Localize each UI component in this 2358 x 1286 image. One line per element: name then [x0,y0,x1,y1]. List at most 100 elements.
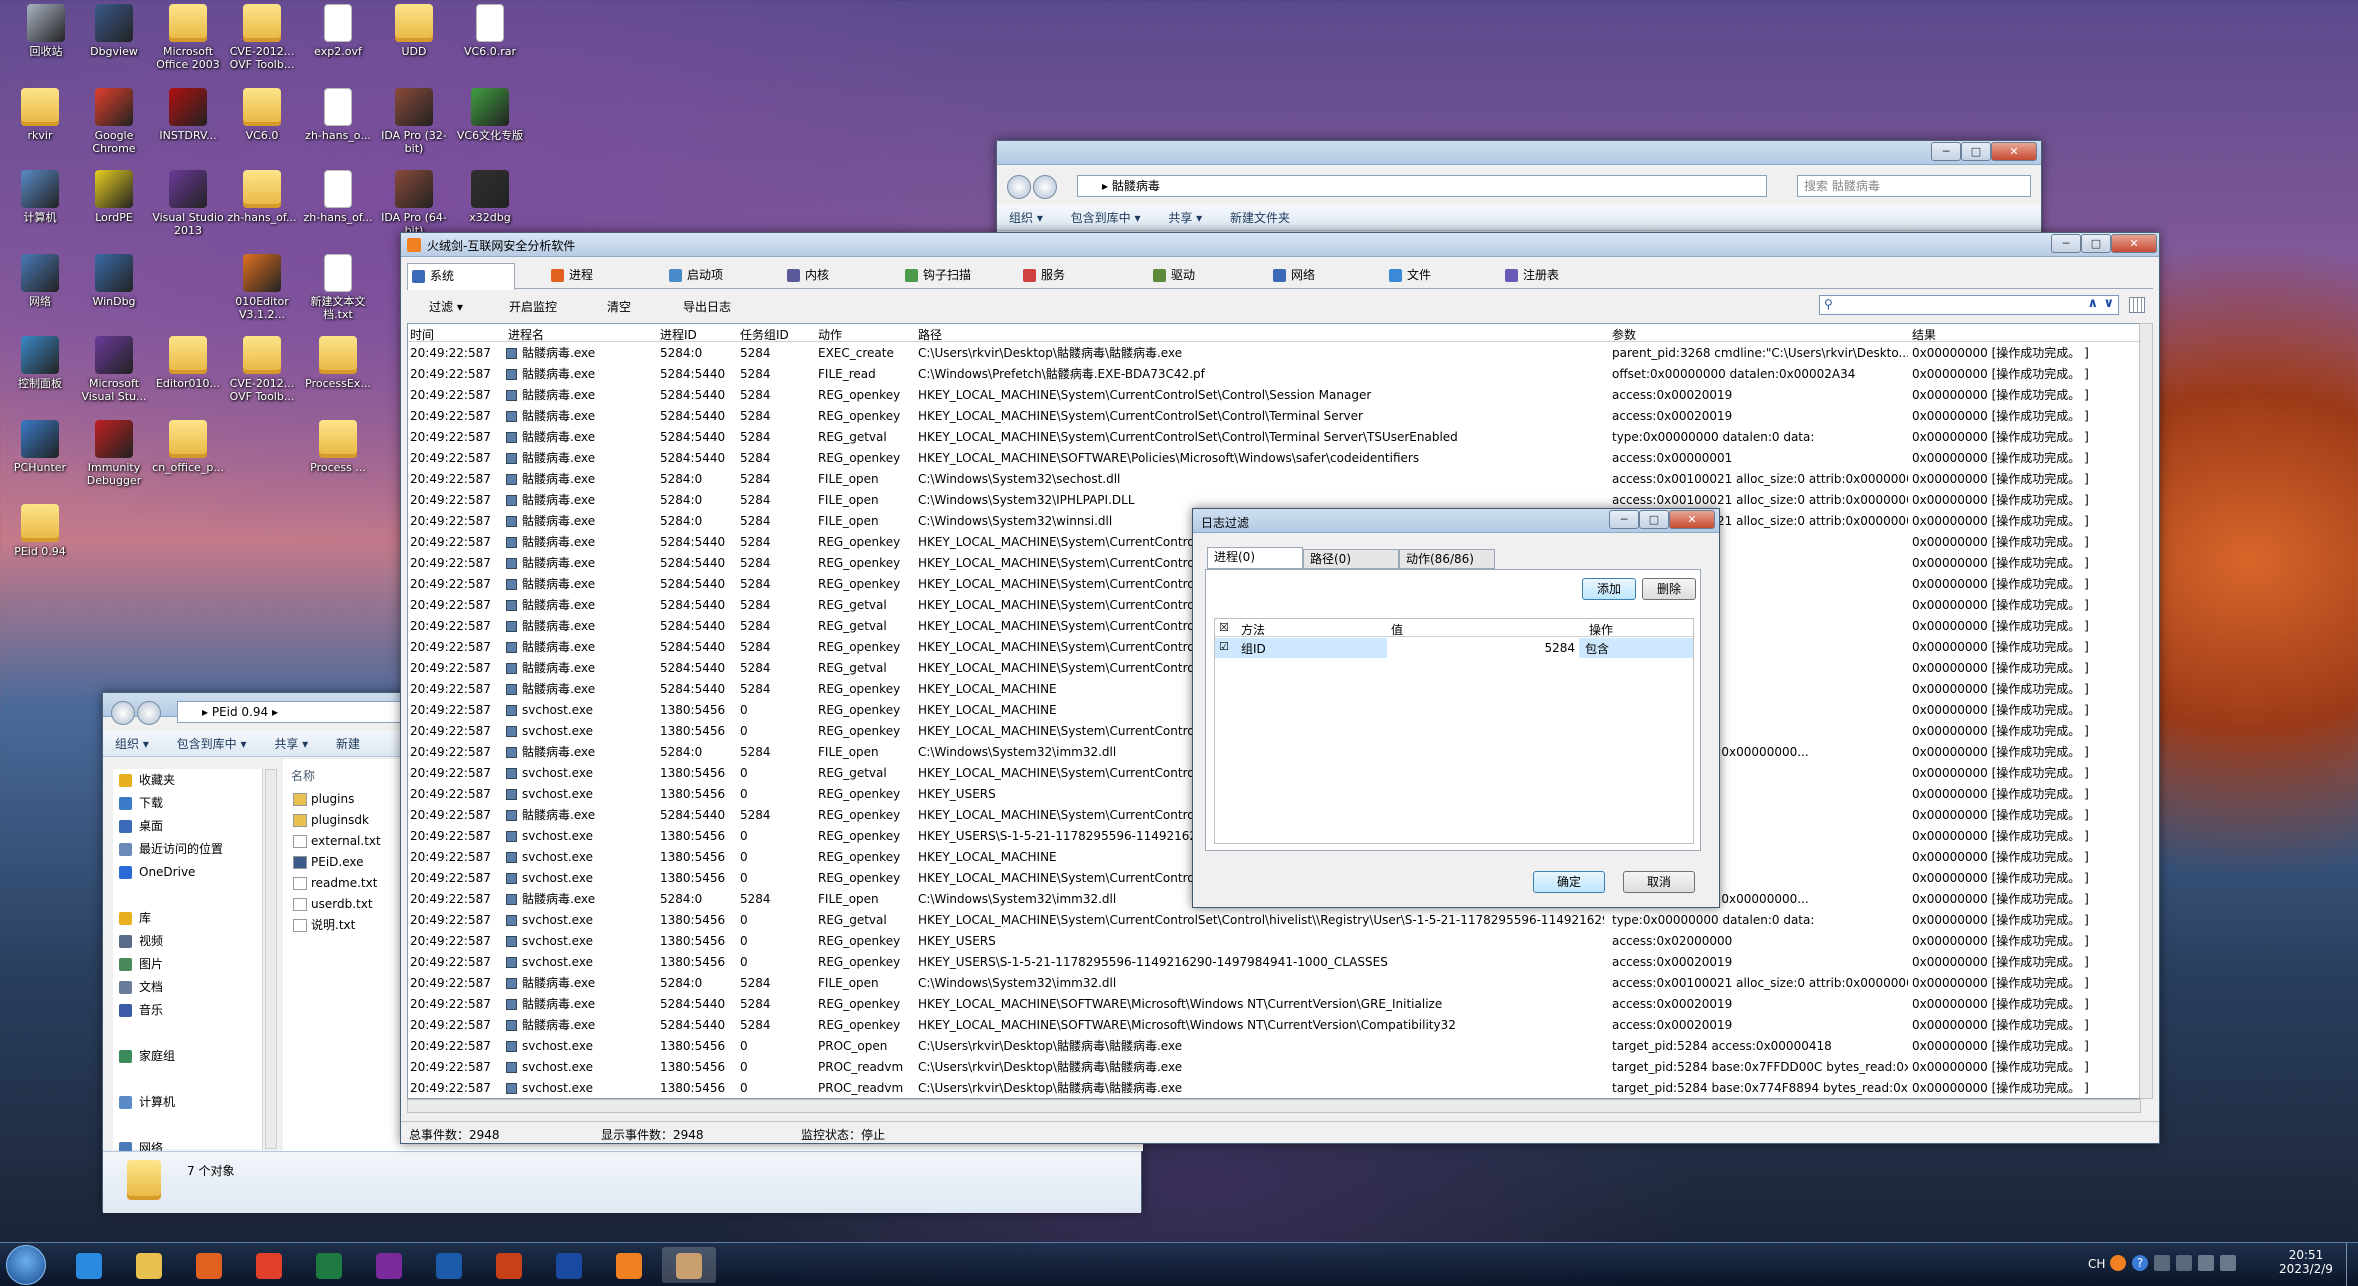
include-library-button[interactable]: 包含到库中 ▾ [165,731,259,757]
table-row[interactable]: 20:49:22:587 svchost.exe 1380:5456 0 REG_ope… [408,931,2140,952]
dialog-close-button[interactable]: ✕ [1669,510,1715,529]
taskbar-button[interactable] [422,1247,476,1283]
tab-4[interactable]: 钩子扫描 [901,263,1011,289]
taskbar-button[interactable] [662,1247,716,1283]
table-row[interactable]: 20:49:22:587 svchost.exe 1380:5456 0 PROC_op… [408,1036,2140,1057]
horizontal-scrollbar[interactable] [407,1099,2141,1113]
desktop-icon[interactable]: zh-hans_o... [302,88,374,142]
nav-item[interactable]: 收藏夹 [113,769,262,792]
table-row[interactable]: 20:49:22:587 骷髅病毒.exe 5284:5440 5284 FILE_re… [408,364,2140,385]
column-header[interactable]: 路径 [918,326,942,343]
table-row[interactable]: 20:49:22:587 骷髅病毒.exe 5284:5440 5284 REG_ope… [408,994,2140,1015]
back-button[interactable] [1007,175,1031,199]
filter-op[interactable]: 包含 [1585,640,1609,657]
column-header[interactable]: 任务组ID [740,326,789,343]
select-all-checkbox[interactable]: ☒ [1219,621,1229,634]
table-row[interactable]: 20:49:22:587 骷髅病毒.exe 5284:0 5284 EXEC_creat… [408,343,2140,364]
desktop-icon[interactable]: 010Editor V3.1.2... [226,254,298,321]
close-button[interactable]: ✕ [1991,142,2037,161]
search-input[interactable]: 搜索 骷髅病毒 [1797,175,2031,197]
tab-2[interactable]: 启动项 [665,263,775,289]
new-folder-button[interactable]: 新建文件夹 [1218,205,1302,231]
nav-item[interactable]: 下载 [113,792,262,815]
table-row[interactable]: 20:49:22:587 骷髅病毒.exe 5284:0 5284 FILE_open C… [408,469,2140,490]
minimize-button[interactable]: ─ [2051,234,2081,253]
nav-scrollbar[interactable] [265,769,277,1149]
help-icon[interactable]: ? [2132,1255,2148,1271]
organize-button[interactable]: 组织 ▾ [103,731,161,757]
maximize-button[interactable]: □ [2081,234,2111,253]
table-row[interactable]: 20:49:22:587 骷髅病毒.exe 5284:0 5284 FILE_open C… [408,973,2140,994]
back-button[interactable] [111,701,135,725]
column-header[interactable]: 参数 [1612,326,1636,343]
clock[interactable]: 20:51 2023/2/9 [2276,1248,2336,1276]
desktop-icon[interactable]: 网络 [4,254,76,308]
desktop-icon[interactable]: CVE-2012... OVF Toolb... [226,4,298,71]
desktop-icon[interactable]: CVE-2012... OVF Toolb... [226,336,298,403]
huorong-tray-icon[interactable] [2110,1255,2126,1271]
filter-value[interactable]: 5284 [1387,638,1579,658]
desktop-icon[interactable]: PEid 0.94 [4,504,76,558]
table-row[interactable]: 20:49:22:587 svchost.exe 1380:5456 0 REG_get… [408,910,2140,931]
flag-icon[interactable] [2176,1255,2192,1271]
share-button[interactable]: 共享 ▾ [262,731,320,757]
share-button[interactable]: 共享 ▾ [1156,205,1214,231]
table-row[interactable]: 20:49:22:587 svchost.exe 1380:5456 0 PROC_re… [408,1057,2140,1078]
nav-item[interactable]: 文档 [113,976,262,999]
desktop-icon[interactable]: VC6.0 [226,88,298,142]
desktop-icon[interactable]: x32dbg [454,170,526,224]
address-bar[interactable]: ▸ 骷髅病毒 [1077,175,1767,197]
column-header[interactable]: 结果 [1912,326,1936,343]
tab-path[interactable]: 路径(0) [1303,549,1399,569]
taskbar-button[interactable] [362,1247,416,1283]
dialog-maximize-button[interactable]: □ [1639,510,1669,529]
table-row[interactable]: 20:49:22:587 骷髅病毒.exe 5284:5440 5284 REG_ope… [408,406,2140,427]
column-header-name[interactable]: 名称 [291,767,315,784]
filter-row-checkbox[interactable]: ☑ [1219,640,1229,653]
nav-item[interactable]: 最近访问的位置 [113,838,262,861]
forward-button[interactable] [137,701,161,725]
tab-6[interactable]: 驱动 [1149,263,1259,289]
close-button[interactable]: ✕ [2111,234,2157,253]
tab-5[interactable]: 服务 [1019,263,1129,289]
taskbar-button[interactable] [182,1247,236,1283]
dialog-minimize-button[interactable]: ─ [1609,510,1639,529]
tab-3[interactable]: 内核 [783,263,893,289]
cancel-button[interactable]: 取消 [1623,871,1695,893]
table-row[interactable]: 20:49:22:587 骷髅病毒.exe 5284:5440 5284 REG_ope… [408,1015,2140,1036]
nav-item[interactable]: 音乐 [113,999,262,1022]
desktop-icon[interactable]: zh-hans_of... [302,170,374,224]
desktop-icon[interactable]: Process ... [302,420,374,474]
taskbar-button[interactable] [62,1247,116,1283]
export-log-button[interactable]: 导出日志 [683,298,731,315]
desktop-icon[interactable]: rkvir [4,88,76,142]
taskbar-button[interactable] [242,1247,296,1283]
network-icon[interactable] [2154,1255,2170,1271]
desktop-icon[interactable]: 回收站 [10,4,82,58]
desktop-icon[interactable]: Google Chrome [78,88,150,155]
tab-process[interactable]: 进程(0) [1207,547,1303,569]
desktop-icon[interactable]: 计算机 [4,170,76,224]
filter-button[interactable]: 过滤 ▾ [429,298,463,315]
search-up-icon[interactable]: ∧ [2087,296,2098,311]
desktop-icon[interactable]: IDA Pro (32-bit) [378,88,450,155]
forward-button[interactable] [1033,175,1057,199]
tab-0[interactable]: 系统 [407,263,515,290]
monitor-icon[interactable] [2220,1255,2236,1271]
ok-button[interactable]: 确定 [1533,871,1605,893]
start-button[interactable] [6,1245,46,1285]
desktop-icon[interactable]: Microsoft Office 2003 [152,4,224,71]
add-button[interactable]: 添加 [1582,578,1636,600]
nav-item[interactable]: 计算机 [113,1091,262,1114]
desktop-icon[interactable]: IDA Pro (64-bit) [378,170,450,237]
organize-button[interactable]: 组织 ▾ [997,205,1055,231]
desktop-icon[interactable]: UDD [378,4,450,58]
tab-7[interactable]: 网络 [1269,263,1379,289]
desktop-icon[interactable]: exp2.ovf [302,4,374,58]
start-monitor-button[interactable]: 开启监控 [509,298,557,315]
desktop-icon[interactable]: LordPE [78,170,150,224]
nav-item[interactable]: 图片 [113,953,262,976]
column-header[interactable]: 进程名 [508,326,544,343]
desktop-icon[interactable]: Immunity Debugger [78,420,150,487]
table-row[interactable]: 20:49:22:587 骷髅病毒.exe 5284:5440 5284 REG_get… [408,427,2140,448]
